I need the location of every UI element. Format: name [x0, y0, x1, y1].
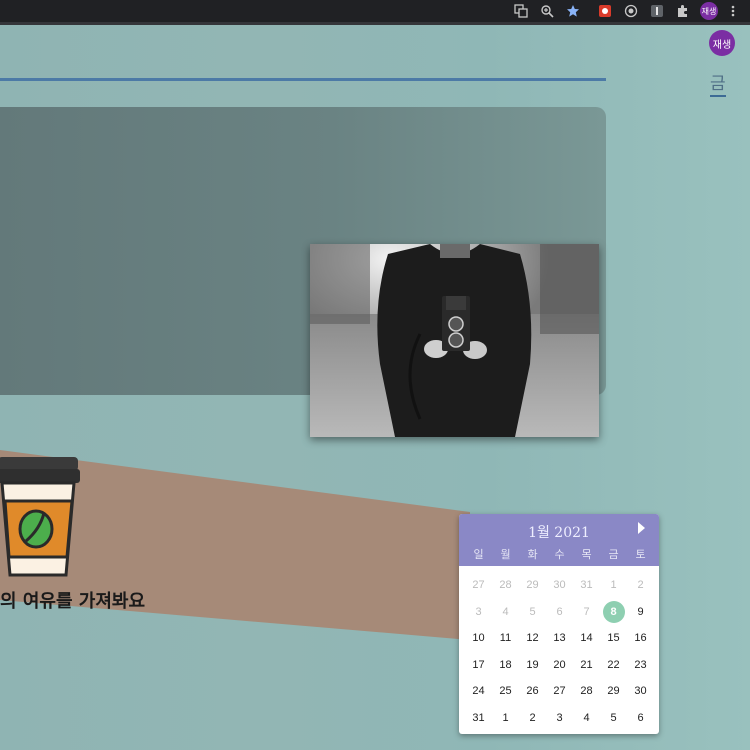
calendar-day[interactable]: 4: [573, 712, 600, 724]
calendar-widget: 1월 2021 일월화수목금토 27 28 29 30 31 1 2 3 4 5 6 7 8 9 10 11 1…: [459, 514, 659, 734]
browser-toolbar: 재생: [0, 0, 750, 22]
calendar-day[interactable]: 20: [546, 659, 573, 671]
calendar-day[interactable]: 17: [465, 659, 492, 671]
calendar-day[interactable]: 13: [546, 632, 573, 644]
slogan-text: 의 여유를 가져봐요: [0, 591, 146, 612]
calendar-week-row: 3456789: [465, 599, 654, 626]
calendar-grid: 27 28 29 30 31 1 2 3 4 5 6 7 8 9 10 11 12 13 14 15 16 17 18 19 2…: [465, 572, 654, 731]
calendar-day[interactable]: 27: [546, 685, 573, 697]
weekday-label: 토: [635, 548, 646, 561]
calendar-day[interactable]: 28: [573, 685, 600, 697]
calendar-day[interactable]: 6: [627, 712, 654, 724]
record-icon[interactable]: [622, 2, 640, 20]
calendar-week-row: 10 11 12 13 14 15 16: [465, 625, 654, 652]
calendar-week-row: 24 25 26 27 28 29 30: [465, 678, 654, 705]
calendar-week-row: 31 1 2 3 4 5 6: [465, 705, 654, 732]
weekday-label: 수: [554, 548, 565, 561]
weekday-label: 목: [581, 548, 592, 561]
coffee-cup-icon: [0, 457, 80, 577]
day-link[interactable]: 금: [710, 69, 726, 97]
weekday-label: 금: [608, 548, 619, 561]
calendar-day[interactable]: 1: [600, 579, 627, 591]
calendar-day[interactable]: 30: [627, 685, 654, 697]
extension-red-icon[interactable]: [596, 2, 614, 20]
calendar-day[interactable]: 31: [465, 712, 492, 724]
weekday-label: 화: [527, 548, 538, 561]
puzzle-icon[interactable]: [674, 2, 692, 20]
calendar-day[interactable]: 30: [546, 579, 573, 591]
calendar-day[interactable]: 28: [492, 579, 519, 591]
calendar-day[interactable]: 1: [492, 712, 519, 724]
calendar-day[interactable]: 27: [465, 579, 492, 591]
info-icon[interactable]: [648, 2, 666, 20]
more-icon[interactable]: [724, 2, 742, 20]
calendar-day[interactable]: 7: [573, 606, 600, 618]
calendar-day[interactable]: 4: [492, 606, 519, 618]
calendar-day[interactable]: 3: [465, 606, 492, 618]
calendar-day[interactable]: 10: [465, 632, 492, 644]
weekday-label: 월: [500, 548, 511, 561]
calendar-day[interactable]: 29: [519, 579, 546, 591]
next-month-icon[interactable]: [638, 522, 645, 534]
page-content: 재생 금 의 여유를 가져봐요 1월 2021 일 월 화 수 목 금 토 27…: [0, 25, 750, 750]
profile-avatar[interactable]: 재생: [700, 2, 718, 20]
translate-icon[interactable]: [512, 2, 530, 20]
calendar-day[interactable]: 6: [546, 606, 573, 618]
calendar-day[interactable]: 29: [600, 685, 627, 697]
calendar-day[interactable]: 18: [492, 659, 519, 671]
calendar-day[interactable]: 15: [600, 632, 627, 644]
calendar-day-today[interactable]: 8: [600, 600, 627, 623]
calendar-day[interactable]: 23: [627, 659, 654, 671]
calendar-header: 1월 2021 일 월 화 수 목 금 토: [459, 514, 659, 566]
calendar-day[interactable]: 2: [519, 712, 546, 724]
calendar-day[interactable]: 19: [519, 659, 546, 671]
calendar-day[interactable]: 26: [519, 685, 546, 697]
calendar-week-row: 17 18 19 20 21 22 23: [465, 652, 654, 679]
calendar-day[interactable]: 22: [600, 659, 627, 671]
calendar-day[interactable]: 31: [573, 579, 600, 591]
calendar-weekdays: 일월화수목금토: [465, 546, 654, 562]
calendar-week-row: 27 28 29 30 31 1 2: [465, 572, 654, 599]
calendar-day[interactable]: 25: [492, 685, 519, 697]
calendar-day[interactable]: 3: [546, 712, 573, 724]
calendar-day[interactable]: 24: [465, 685, 492, 697]
zoom-icon[interactable]: [538, 2, 556, 20]
calendar-day[interactable]: 21: [573, 659, 600, 671]
calendar-day[interactable]: 16: [627, 632, 654, 644]
header-divider: [0, 78, 606, 81]
calendar-day[interactable]: 11: [492, 632, 519, 644]
calendar-day[interactable]: 9: [627, 606, 654, 618]
calendar-day[interactable]: 2: [627, 579, 654, 591]
calendar-day[interactable]: 5: [600, 712, 627, 724]
user-avatar[interactable]: 재생: [709, 30, 735, 56]
calendar-day[interactable]: 12: [519, 632, 546, 644]
bookmark-star-icon[interactable]: [564, 2, 582, 20]
calendar-month-title: 1월 2021: [528, 525, 590, 541]
calendar-day[interactable]: 5: [519, 606, 546, 618]
camera-photo: [310, 244, 599, 437]
calendar-day[interactable]: 14: [573, 632, 600, 644]
weekday-label: 일: [473, 548, 484, 561]
